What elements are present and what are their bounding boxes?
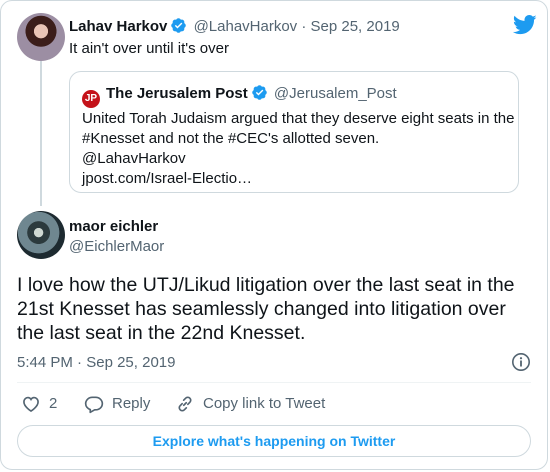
author-handle[interactable]: @LahavHarkov <box>194 18 298 35</box>
tweet-text-line: the last seat in the 22nd Knesset. <box>17 322 306 344</box>
quoted-text-line: #Knesset and not the #CEC's allotted sev… <box>82 130 380 147</box>
tweet-text-line: 21st Knesset has seamlessly changed into… <box>17 298 506 320</box>
explore-button[interactable]: Explore what's happening on Twitter <box>17 425 531 457</box>
author-handle[interactable]: @EichlerMaor <box>69 237 164 257</box>
separator-dot: · <box>77 354 83 371</box>
author-name[interactable]: maor eichler <box>69 217 158 237</box>
info-icon[interactable] <box>511 352 531 377</box>
quoted-author-name: The Jerusalem Post <box>106 85 248 102</box>
quoted-tweet-header: JP The Jerusalem Post @Jerusalem_Post <box>82 84 397 108</box>
reply-button[interactable]: Reply <box>84 393 150 415</box>
parent-tweet-text: It ain't over until it's over <box>69 40 229 57</box>
twitter-bird-icon[interactable] <box>512 15 537 40</box>
tweet-time: 5:44 PM <box>17 354 73 371</box>
verified-badge-icon <box>251 84 268 107</box>
quoted-text-line: United Torah Judaism argued that they de… <box>82 110 515 127</box>
copy-link-button[interactable]: Copy link to Tweet <box>175 393 325 415</box>
reply-label: Reply <box>112 395 151 412</box>
author-name[interactable]: Lahav Harkov <box>69 18 167 35</box>
tweet-text-line: I love how the UTJ/Likud litigation over… <box>17 274 515 296</box>
thread-connector-line <box>40 61 42 206</box>
heart-icon <box>23 396 39 413</box>
copy-link-label: Copy link to Tweet <box>203 395 326 412</box>
tweet-date: Sep 25, 2019 <box>86 354 176 371</box>
quoted-tweet-text: United Torah Judaism argued that they de… <box>82 109 515 189</box>
avatar[interactable] <box>17 13 65 61</box>
tweet-date[interactable]: Sep 25, 2019 <box>311 18 400 35</box>
reply-bubble-icon <box>84 396 104 414</box>
quoted-tweet[interactable]: JP The Jerusalem Post @Jerusalem_Post Uni… <box>69 71 519 193</box>
like-count: 2 <box>49 395 58 412</box>
separator-dot: · <box>301 18 307 35</box>
quoted-link: jpost.com/Israel-Electio… <box>82 170 253 187</box>
embedded-tweet-card: Lahav Harkov @LahavHarkov · Sep 25, 2019… <box>0 0 548 470</box>
tweet-text: I love how the UTJ/Likud litigation over… <box>17 273 537 345</box>
like-button[interactable]: 2 <box>21 393 57 415</box>
quoted-author-handle: @Jerusalem_Post <box>273 85 397 102</box>
avatar[interactable] <box>17 211 65 259</box>
jpost-logo: JP <box>82 90 100 108</box>
link-icon <box>178 396 192 412</box>
quoted-mention: @LahavHarkov <box>82 150 186 167</box>
divider <box>17 382 531 383</box>
tweet-timestamp[interactable]: 5:44 PM · Sep 25, 2019 <box>17 353 175 373</box>
verified-badge-icon <box>170 17 187 40</box>
parent-tweet-header: Lahav Harkov @LahavHarkov · Sep 25, 2019 <box>69 17 400 40</box>
